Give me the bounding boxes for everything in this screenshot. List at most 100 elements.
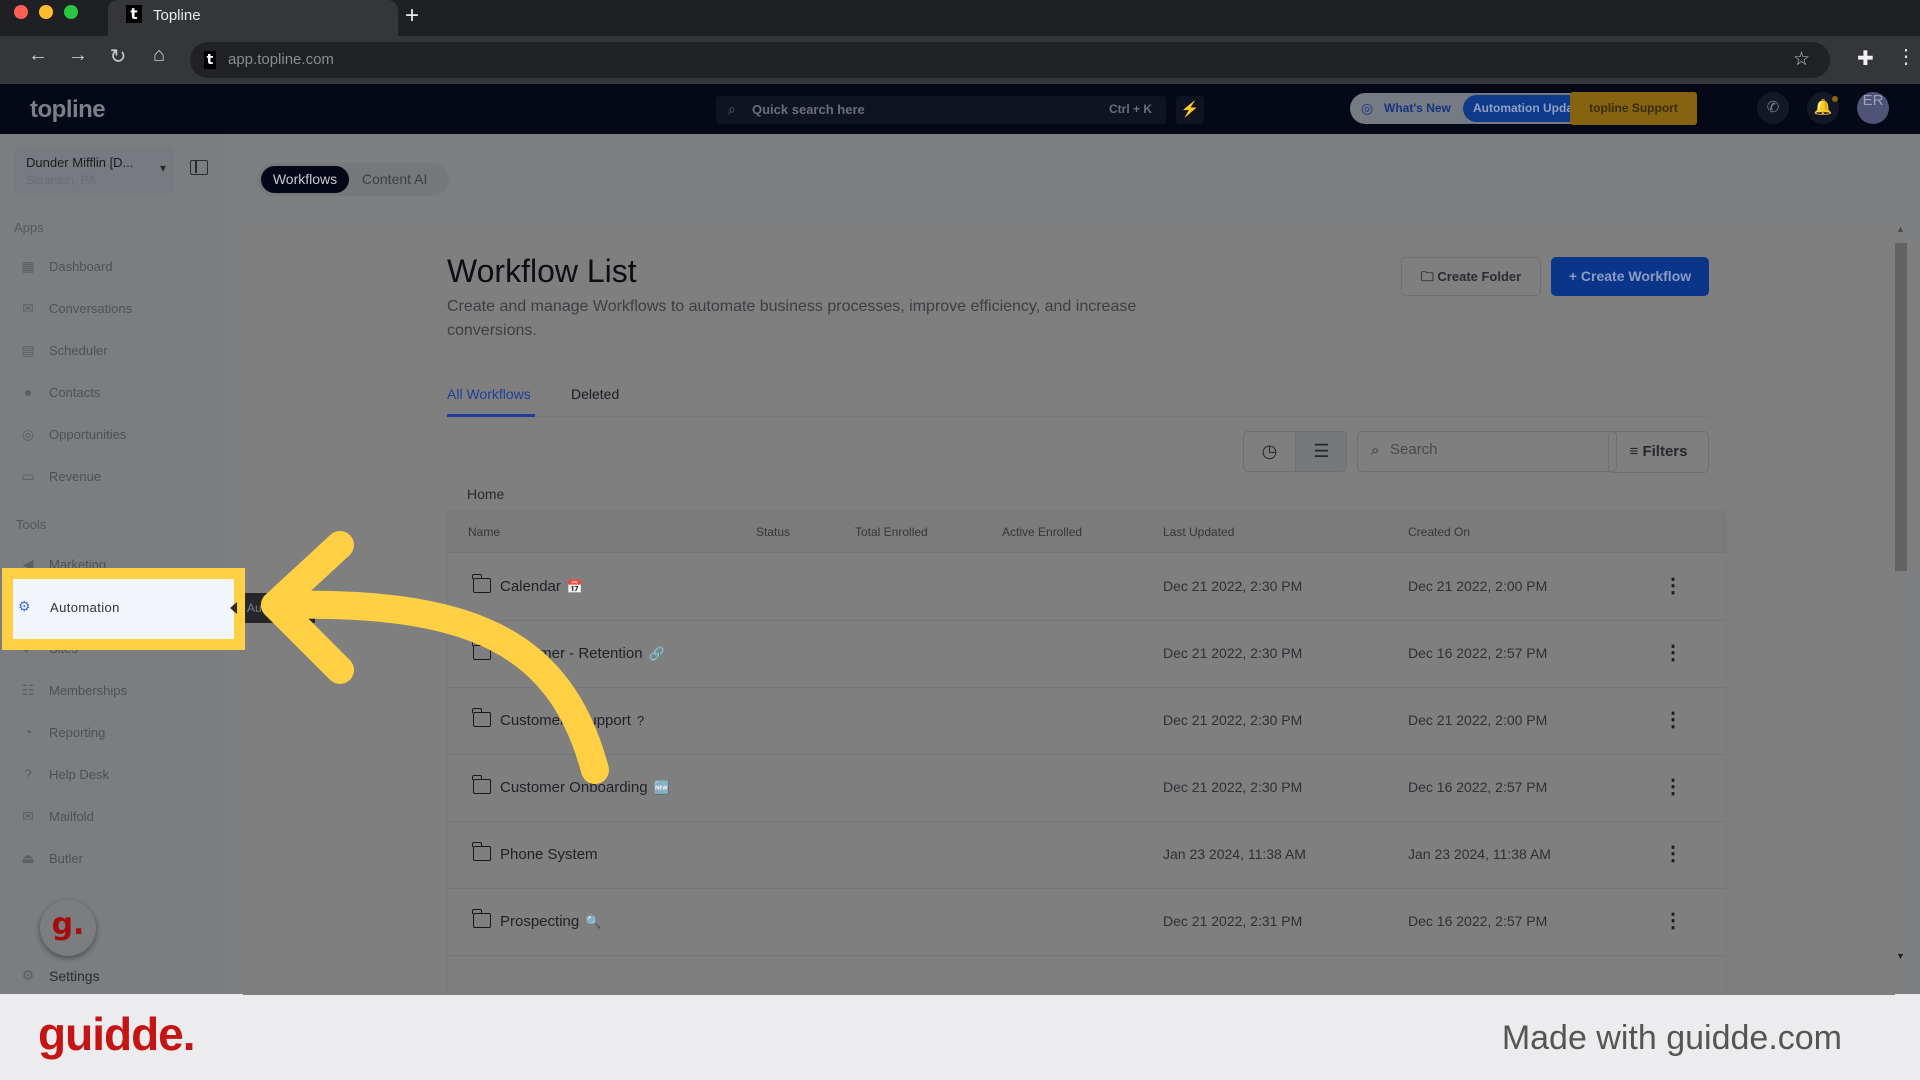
created-on-cell: Dec 16 2022, 2:57 PM	[1408, 779, 1548, 795]
tab-title: Topline	[153, 7, 201, 24]
more-options-icon[interactable]: ⋮	[1663, 707, 1683, 732]
more-options-icon[interactable]: ⋮	[1663, 774, 1683, 799]
sidebar-item-settings[interactable]: ⚙ Settings	[0, 960, 225, 992]
sidebar-item-scheduler[interactable]: ▤ Scheduler	[0, 335, 225, 367]
sidebar-item-revenue[interactable]: ▭ Revenue	[0, 461, 225, 493]
sidebar-item-conversations[interactable]: ✉ Conversations	[0, 293, 225, 325]
forward-icon[interactable]: →	[64, 44, 92, 67]
sidebar-item-contacts[interactable]: ● Contacts	[0, 377, 225, 409]
avatar[interactable]: ER	[1857, 92, 1889, 124]
support-button[interactable]: topline Support	[1570, 92, 1697, 125]
sidebar-item-dashboard[interactable]: ▦ Dashboard	[0, 251, 225, 283]
sidebar-item-help-desk[interactable]: ? Help Desk	[0, 759, 225, 791]
address-bar[interactable]: t app.topline.com ☆	[190, 42, 1830, 78]
row-name[interactable]: Customer - Retention 🔗	[500, 645, 665, 662]
collapse-sidebar-icon[interactable]	[190, 160, 208, 175]
more-options-icon[interactable]: ⋮	[1663, 841, 1683, 866]
column-header-active-enrolled[interactable]: Active Enrolled	[1002, 525, 1082, 539]
close-window-button[interactable]	[14, 5, 28, 19]
row-name[interactable]: Calendar 📅	[500, 578, 583, 595]
browser-toolbar: ← → ↻ ⌂ t app.topline.com ☆ ✚ ⋮	[0, 36, 1920, 84]
folder-icon	[472, 708, 491, 727]
tab-workflows[interactable]: Workflows	[261, 166, 349, 193]
location-switcher[interactable]: Dunder Mifflin [D... Scranton, PA ▾	[14, 146, 174, 194]
sidebar-item-mailfold[interactable]: ✉ Mailfold	[0, 801, 225, 833]
whats-new-button[interactable]: ◎ What's New Automation Updates	[1350, 93, 1613, 124]
maximize-window-button[interactable]	[64, 5, 78, 19]
apps-section-label: Apps	[14, 220, 44, 235]
browser-tab[interactable]: t Topline	[108, 0, 398, 36]
column-header-last-updated[interactable]: Last Updated	[1163, 525, 1234, 539]
create-folder-button[interactable]: 🗀 Create Folder	[1401, 257, 1541, 296]
sidebar-item-label: Settings	[49, 968, 100, 984]
browser-menu-icon[interactable]: ⋮	[1896, 44, 1916, 69]
column-header-status[interactable]: Status	[756, 525, 790, 539]
search-field[interactable]: ⌕	[1357, 431, 1617, 472]
scroll-down-icon[interactable]: ▼	[1896, 951, 1905, 961]
conversations-icon: ✉	[22, 300, 34, 316]
row-name[interactable]: Customer - Support?	[500, 712, 644, 729]
row-name[interactable]: Prospecting 🔍	[500, 913, 601, 930]
reload-icon[interactable]: ↻	[104, 44, 132, 69]
sidebar-item-butler[interactable]: ⏏ Butler	[0, 843, 225, 875]
table-row[interactable]: Customer - Retention 🔗 Dec 21 2022, 2:30 P…	[448, 621, 1726, 688]
table-row[interactable]: Phone System Jan 23 2024, 11:38 AM Jan 23 …	[448, 822, 1726, 889]
more-options-icon[interactable]: ⋮	[1663, 640, 1683, 665]
bolt-icon[interactable]: ⚡	[1176, 96, 1204, 124]
scrollbar[interactable]	[1895, 229, 1907, 969]
more-options-icon[interactable]: ⋮	[1663, 908, 1683, 933]
topline-logo[interactable]: topline	[30, 96, 106, 124]
sidebar-item-label: Butler	[49, 851, 83, 866]
tab-content-ai[interactable]: Content AI	[362, 166, 427, 193]
notification-dot	[1832, 96, 1838, 102]
tab-all-workflows[interactable]: All Workflows	[447, 386, 531, 402]
filters-button[interactable]: ≡ Filters	[1608, 431, 1709, 473]
main-content: Workflows Content AI Workflow List Creat…	[225, 134, 1920, 1010]
breadcrumb-home[interactable]: Home	[467, 486, 504, 502]
sidebar-item-memberships[interactable]: ☷ Memberships	[0, 675, 225, 707]
row-name[interactable]: Phone System	[500, 846, 604, 863]
filters-label: Filters	[1642, 443, 1688, 460]
sidebar-item-automation-highlighted[interactable]: ⚙ Automation	[13, 579, 226, 639]
phone-icon[interactable]: ✆	[1757, 92, 1789, 124]
bookmark-star-icon[interactable]: ☆	[1793, 48, 1810, 71]
active-tab-indicator	[447, 414, 535, 417]
sidebar-item-label: Conversations	[49, 301, 133, 316]
table-row[interactable]: Customer - Support? Dec 21 2022, 2:30 PM D…	[448, 688, 1726, 755]
create-workflow-button[interactable]: + Create Workflow	[1551, 257, 1709, 296]
folder-name: Calendar	[500, 578, 561, 595]
column-header-created-on[interactable]: Created On	[1408, 525, 1470, 539]
minimize-window-button[interactable]	[39, 5, 53, 19]
gears-icon: ⚙	[18, 598, 31, 614]
column-header-name[interactable]: Name	[468, 525, 500, 539]
scroll-up-icon[interactable]: ▲	[1896, 224, 1905, 234]
created-on-cell: Dec 16 2022, 2:57 PM	[1408, 645, 1548, 661]
table-row[interactable]: Prospecting 🔍 Dec 21 2022, 2:31 PM Dec 16 2…	[448, 889, 1726, 956]
location-sub: Scranton, PA	[26, 173, 96, 187]
folder-icon	[472, 641, 491, 660]
row-name[interactable]: Customer Onboarding 🆕	[500, 779, 670, 796]
url-text[interactable]: app.topline.com	[228, 51, 334, 68]
quick-search-input[interactable]: ⌕ Quick search here Ctrl + K	[716, 96, 1166, 124]
more-options-icon[interactable]: ⋮	[1663, 573, 1683, 598]
scrollbar-thumb[interactable]	[1895, 243, 1907, 571]
home-icon[interactable]: ⌂	[145, 44, 173, 67]
column-header-total-enrolled[interactable]: Total Enrolled	[855, 525, 928, 539]
extensions-icon[interactable]: ✚	[1857, 46, 1874, 71]
guidde-widget-button[interactable]: g.	[40, 900, 96, 956]
list-view-icon[interactable]: ☰	[1295, 432, 1346, 471]
table-row[interactable]: Calendar 📅 Dec 21 2022, 2:30 PM Dec 21 2022…	[448, 554, 1726, 621]
sidebar-item-label: Reporting	[49, 725, 106, 740]
sidebar-item-opportunities[interactable]: ◎ Opportunities	[0, 419, 225, 451]
site-favicon-icon: t	[204, 51, 216, 69]
search-input[interactable]	[1390, 441, 1600, 458]
folder-emoji-icon: ?	[636, 713, 645, 728]
sidebar-item-reporting[interactable]: ◔ Reporting	[0, 717, 225, 749]
table-row[interactable]: Customer Onboarding 🆕 Dec 21 2022, 2:30 PM…	[448, 755, 1726, 822]
tab-deleted[interactable]: Deleted	[571, 386, 619, 402]
sidebar-item-label: Mailfold	[49, 809, 94, 824]
new-tab-button[interactable]: +	[405, 2, 419, 30]
clock-icon[interactable]: ◷	[1244, 432, 1295, 471]
browser-tab-strip: t Topline +	[0, 0, 1920, 36]
back-icon[interactable]: ←	[24, 44, 52, 67]
